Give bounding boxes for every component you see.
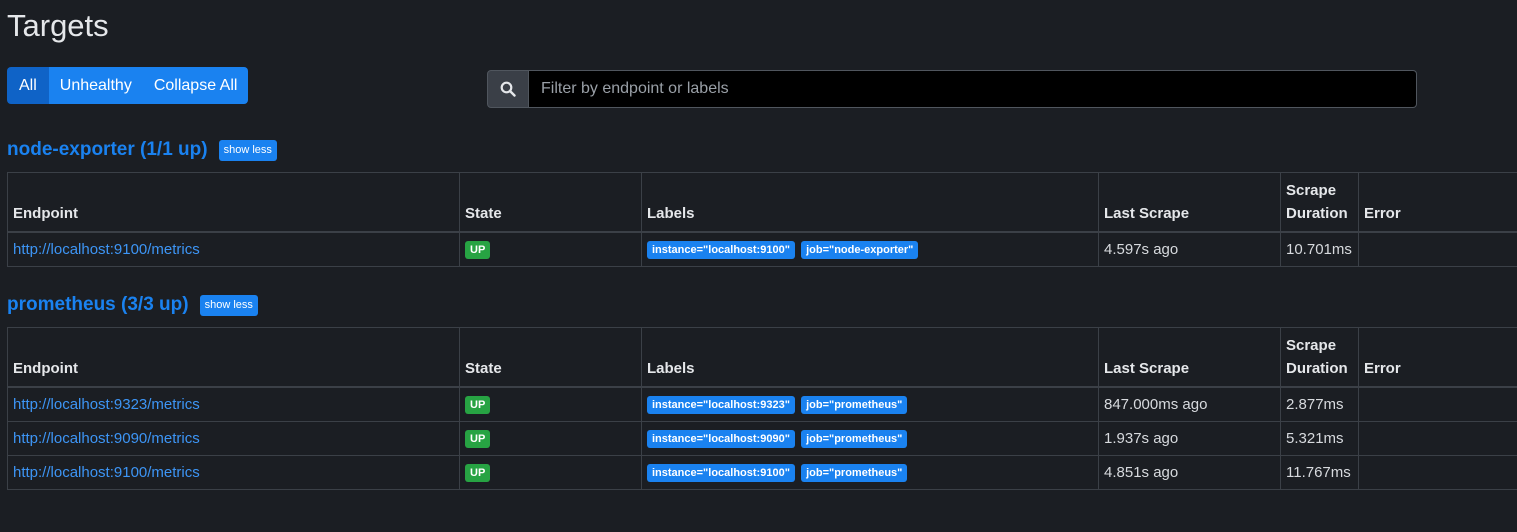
- collapse-all-button[interactable]: Collapse All: [142, 67, 249, 104]
- labels-cell: instance="localhost:9323" job="prometheu…: [641, 386, 1099, 422]
- search-bar: [487, 70, 1417, 108]
- targets-page: Targets All Unhealthy Collapse All node-…: [0, 0, 1517, 532]
- all-filter-button[interactable]: All: [7, 67, 49, 104]
- column-header-error: Error: [1358, 172, 1517, 233]
- labels-cell: instance="localhost:9100" job="prometheu…: [641, 455, 1099, 490]
- scrape-duration-cell: 11.767ms: [1280, 455, 1359, 490]
- show-less-button[interactable]: show less: [218, 139, 277, 161]
- state-cell: UP: [459, 231, 642, 267]
- scrape-duration-cell: 10.701ms: [1280, 231, 1359, 267]
- label-badge-instance: instance="localhost:9100": [647, 241, 795, 259]
- state-badge: UP: [465, 396, 491, 414]
- state-badge: UP: [465, 464, 491, 482]
- scrape-duration-cell: 5.321ms: [1280, 421, 1359, 456]
- column-header-scrape-duration: Scrape Duration: [1280, 327, 1359, 388]
- search-icon: [487, 70, 529, 108]
- endpoint-cell: http://localhost:9100/metrics: [7, 231, 460, 267]
- endpoint-link[interactable]: http://localhost:9323/metrics: [13, 396, 200, 413]
- filter-button-group: All Unhealthy Collapse All: [7, 67, 249, 104]
- column-header-labels: Labels: [641, 327, 1099, 388]
- state-cell: UP: [459, 386, 642, 422]
- targets-table-prometheus: Endpoint State Labels Last Scrape Scrape…: [7, 327, 1517, 490]
- column-header-error: Error: [1358, 327, 1517, 388]
- endpoint-link[interactable]: http://localhost:9090/metrics: [13, 430, 200, 447]
- state-cell: UP: [459, 421, 642, 456]
- last-scrape-cell: 4.851s ago: [1098, 455, 1281, 490]
- label-badge-instance: instance="localhost:9090": [647, 430, 795, 448]
- endpoint-link[interactable]: http://localhost:9100/metrics: [13, 464, 200, 481]
- label-badge-job: job="prometheus": [801, 430, 908, 448]
- unhealthy-filter-button[interactable]: Unhealthy: [48, 67, 143, 104]
- last-scrape-cell: 4.597s ago: [1098, 231, 1281, 267]
- table-row: http://localhost:9100/metrics UP instanc…: [7, 231, 1517, 267]
- label-badge-job: job="prometheus": [801, 396, 908, 414]
- state-badge: UP: [465, 430, 491, 448]
- search-input[interactable]: [529, 70, 1417, 108]
- last-scrape-cell: 847.000ms ago: [1098, 386, 1281, 422]
- scrape-duration-cell: 2.877ms: [1280, 386, 1359, 422]
- endpoint-cell: http://localhost:9323/metrics: [7, 386, 460, 422]
- column-header-endpoint: Endpoint: [7, 172, 460, 233]
- table-row: http://localhost:9323/metrics UP instanc…: [7, 386, 1517, 422]
- error-cell: [1358, 386, 1517, 422]
- show-less-button[interactable]: show less: [199, 294, 258, 316]
- column-header-last-scrape: Last Scrape: [1098, 172, 1281, 233]
- label-badge-job: job="prometheus": [801, 464, 908, 482]
- pool-title-link[interactable]: node-exporter (1/1 up): [7, 139, 208, 161]
- column-header-labels: Labels: [641, 172, 1099, 233]
- column-header-state: State: [459, 327, 642, 388]
- pool-title-link[interactable]: prometheus (3/3 up): [7, 294, 189, 316]
- error-cell: [1358, 421, 1517, 456]
- table-header-row: Endpoint State Labels Last Scrape Scrape…: [7, 172, 1517, 233]
- state-badge: UP: [465, 241, 491, 259]
- table-row: http://localhost:9090/metrics UP instanc…: [7, 421, 1517, 456]
- state-cell: UP: [459, 455, 642, 490]
- page-title: Targets: [7, 8, 109, 43]
- endpoint-cell: http://localhost:9090/metrics: [7, 421, 460, 456]
- endpoint-cell: http://localhost:9100/metrics: [7, 455, 460, 490]
- targets-table-node-exporter: Endpoint State Labels Last Scrape Scrape…: [7, 172, 1517, 267]
- label-badge-instance: instance="localhost:9323": [647, 396, 795, 414]
- labels-cell: instance="localhost:9100" job="node-expo…: [641, 231, 1099, 267]
- table-header-row: Endpoint State Labels Last Scrape Scrape…: [7, 327, 1517, 388]
- error-cell: [1358, 455, 1517, 490]
- column-header-last-scrape: Last Scrape: [1098, 327, 1281, 388]
- error-cell: [1358, 231, 1517, 267]
- labels-cell: instance="localhost:9090" job="prometheu…: [641, 421, 1099, 456]
- label-badge-instance: instance="localhost:9100": [647, 464, 795, 482]
- pool-header-node-exporter: node-exporter (1/1 up) show less: [7, 139, 277, 161]
- column-header-state: State: [459, 172, 642, 233]
- column-header-scrape-duration: Scrape Duration: [1280, 172, 1359, 233]
- pool-header-prometheus: prometheus (3/3 up) show less: [7, 294, 258, 316]
- column-header-endpoint: Endpoint: [7, 327, 460, 388]
- label-badge-job: job="node-exporter": [801, 241, 919, 259]
- endpoint-link[interactable]: http://localhost:9100/metrics: [13, 241, 200, 258]
- table-row: http://localhost:9100/metrics UP instanc…: [7, 455, 1517, 490]
- last-scrape-cell: 1.937s ago: [1098, 421, 1281, 456]
